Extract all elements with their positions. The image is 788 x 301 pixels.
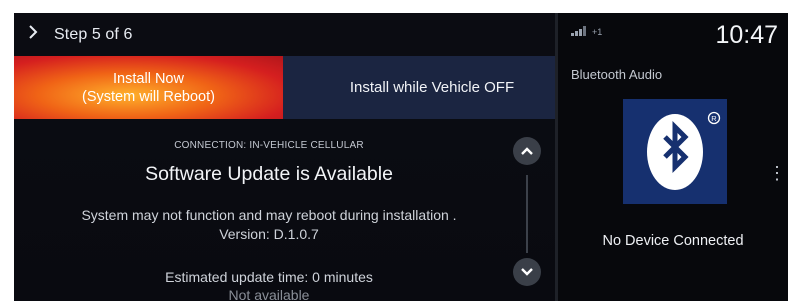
step-label: Step 5 of 6 [54,25,133,43]
software-update-panel: Step 5 of 6 Install Now (System will Reb… [14,13,555,301]
svg-text:R: R [711,114,717,123]
update-version: Version: D.1.0.7 [219,226,319,242]
update-details: CONNECTION: IN-VEHICLE CELLULAR Software… [14,119,555,301]
update-description: System may not function and may reboot d… [81,207,457,223]
install-while-vehicle-off-button[interactable]: Install while Vehicle OFF [283,56,555,119]
status-bar: +1 10:47 [558,13,788,56]
install-while-vehicle-off-label: Install while Vehicle OFF [349,79,515,96]
cellular-signal-icon [571,26,586,36]
infotainment-screen: Step 5 of 6 Install Now (System will Reb… [14,13,788,301]
scrollbar-track[interactable] [526,175,528,253]
more-options-icon[interactable]: ⋮ [768,164,786,182]
audio-panel: +1 10:47 Bluetooth Audio R No Device Con… [558,13,788,301]
scroll-up-button[interactable] [513,137,541,165]
step-header[interactable]: Step 5 of 6 [14,13,555,56]
connection-label: CONNECTION: IN-VEHICLE CELLULAR [174,140,364,151]
chevron-down-icon [521,268,533,276]
install-now-label: Install Now [113,70,184,87]
install-now-sublabel: (System will Reboot) [82,88,215,105]
chevron-up-icon [521,147,533,155]
bluetooth-audio-tile[interactable]: R [623,99,727,204]
bluetooth-device-status: No Device Connected [602,233,744,249]
chevron-right-icon[interactable] [28,25,42,44]
install-now-button[interactable]: Install Now (System will Reboot) [14,56,283,119]
estimated-update-time: Estimated update time: 0 minutes [165,269,373,285]
clock: 10:47 [715,21,778,49]
audio-source-title: Bluetooth Audio [571,67,663,82]
bluetooth-icon: R [647,111,721,190]
signal-indicator-text: +1 [592,27,603,37]
scroll-down-button[interactable] [513,258,541,286]
update-availability-status: Not available [228,287,310,301]
update-title: Software Update is Available [145,163,393,185]
